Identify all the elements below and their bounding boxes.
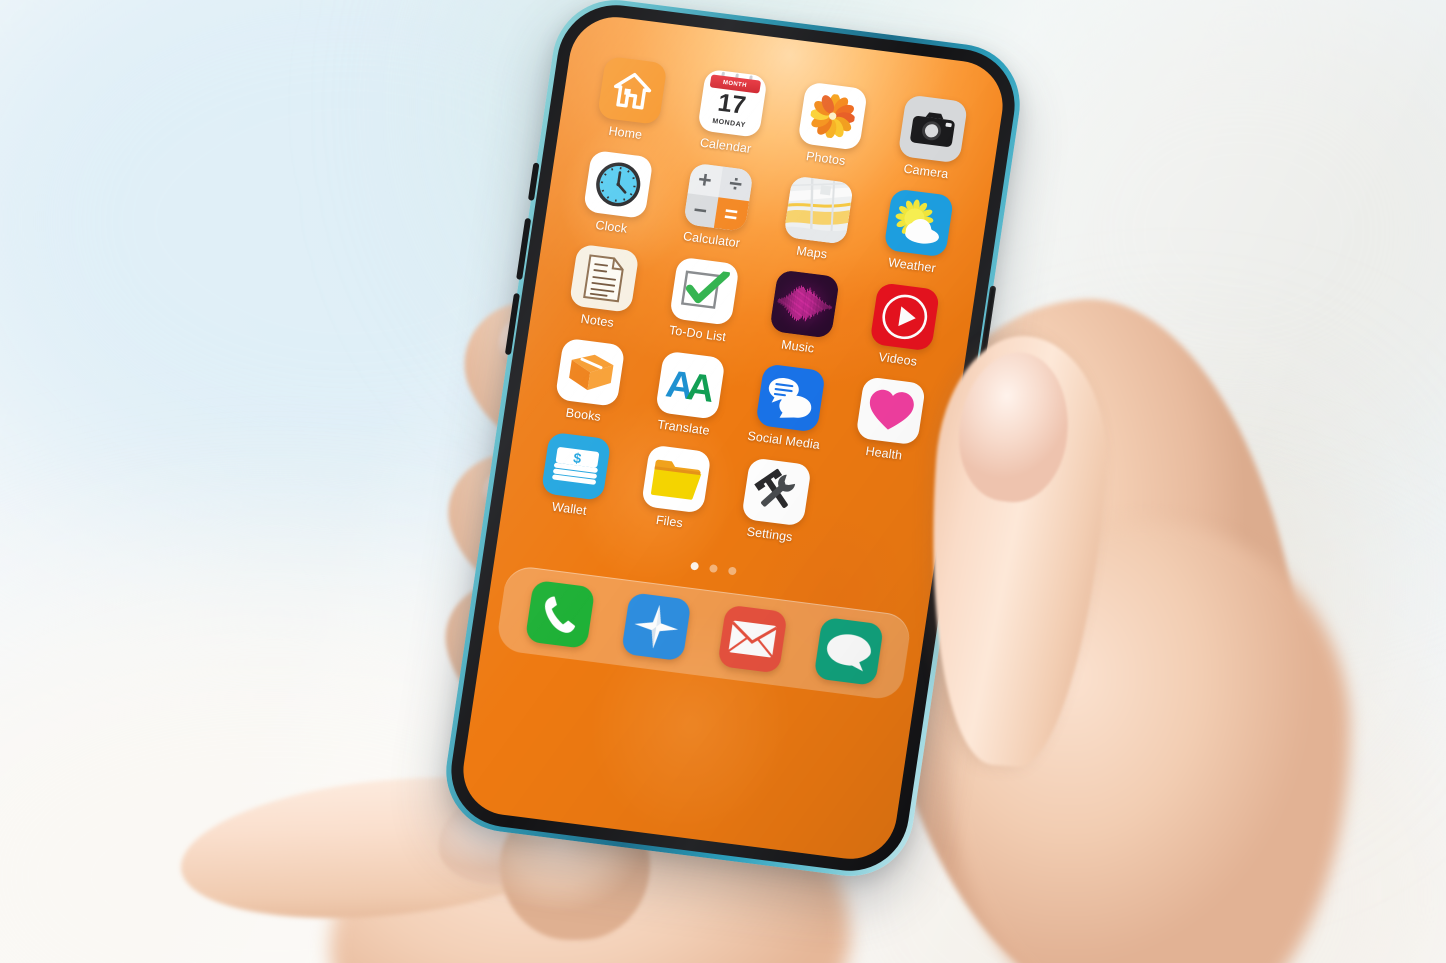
flower-petals-icon[interactable] <box>796 81 868 151</box>
app-label: Calendar <box>699 135 753 156</box>
app-icon-photos[interactable]: Photos <box>777 79 885 171</box>
app-icon-calendar[interactable]: MONTH 17 MONDAY Calendar <box>676 66 784 158</box>
money-stack-icon[interactable]: $ <box>540 431 611 501</box>
app-label: Clock <box>594 217 629 236</box>
heart-icon[interactable] <box>854 376 926 446</box>
app-icon-books[interactable]: Books <box>534 335 642 427</box>
app-label: Files <box>655 512 684 531</box>
speech-bubbles-icon[interactable] <box>754 363 826 433</box>
app-label: Videos <box>877 349 919 369</box>
app-label: Music <box>780 337 816 356</box>
app-label: Notes <box>579 311 615 330</box>
app-label: Wallet <box>550 499 588 518</box>
map-icon[interactable] <box>782 175 854 245</box>
page-dot[interactable] <box>708 564 719 574</box>
app-label: Social Media <box>746 428 821 453</box>
app-icon-maps[interactable]: Maps <box>763 173 871 265</box>
app-label: Health <box>864 444 904 463</box>
house-icon[interactable] <box>596 55 668 125</box>
app-icon-wallet[interactable]: $ Wallet <box>520 429 628 521</box>
app-icon-weather[interactable]: Weather <box>863 186 971 278</box>
app-label: Maps <box>795 243 829 262</box>
camera-icon[interactable] <box>897 94 968 164</box>
calendar-icon[interactable]: MONTH 17 MONDAY <box>696 68 768 138</box>
waveform-icon[interactable] <box>768 269 840 339</box>
double-a-icon[interactable]: AA <box>654 350 726 420</box>
app-icon-health[interactable]: Health <box>835 374 943 466</box>
app-label: Photos <box>805 149 847 169</box>
app-icon-calculator[interactable]: + ÷ − = Calculator <box>662 160 770 252</box>
note-page-icon[interactable] <box>568 243 640 313</box>
app-icon-social-media[interactable]: Social Media <box>735 361 843 453</box>
play-circle-icon[interactable] <box>868 282 940 352</box>
dock-phone-handset-icon[interactable] <box>524 579 595 649</box>
dock-compass-icon[interactable] <box>620 592 692 662</box>
dock-chat-bubble-icon[interactable] <box>812 616 884 686</box>
app-label: Settings <box>745 524 794 545</box>
app-label: Translate <box>656 417 711 438</box>
dock-envelope-icon[interactable] <box>716 604 788 674</box>
app-label: Home <box>607 123 644 142</box>
folder-icon[interactable] <box>640 444 712 514</box>
page-dot[interactable] <box>690 561 700 571</box>
svg-text:A: A <box>683 366 716 408</box>
checkbox-check-icon[interactable] <box>668 256 740 326</box>
page-dot[interactable] <box>727 566 737 576</box>
clock-icon[interactable] <box>582 149 654 219</box>
sun-cloud-icon[interactable] <box>882 188 954 258</box>
book-icon[interactable] <box>554 337 625 407</box>
scene: Home MONTH 17 MONDAY Calendar Photos Camera… <box>0 0 1446 963</box>
calculator-icon[interactable]: + ÷ − = <box>682 162 754 232</box>
app-icon-home[interactable]: Home <box>576 54 684 146</box>
app-icon-grid: Home MONTH 17 MONDAY Calendar Photos Camera… <box>502 51 1003 562</box>
app-label: Calculator <box>682 229 742 251</box>
hammer-wrench-icon[interactable] <box>740 457 812 527</box>
app-icon-videos[interactable]: Videos <box>849 280 957 372</box>
app-icon-clock[interactable]: Clock <box>562 148 670 240</box>
app-icon-translate[interactable]: A A Translate <box>634 348 742 440</box>
app-icon-notes[interactable]: Notes <box>548 241 656 333</box>
app-label: Camera <box>902 161 950 182</box>
app-icon-files[interactable]: Files <box>620 442 728 534</box>
app-icon-music[interactable]: Music <box>749 267 857 359</box>
app-label: Weather <box>887 255 937 276</box>
app-label: To-Do List <box>668 323 727 345</box>
app-label: Books <box>564 405 602 424</box>
app-icon-camera[interactable]: Camera <box>877 92 985 184</box>
app-icon-settings[interactable]: Settings <box>720 455 828 547</box>
app-icon-to-do-list[interactable]: To-Do List <box>648 254 756 346</box>
